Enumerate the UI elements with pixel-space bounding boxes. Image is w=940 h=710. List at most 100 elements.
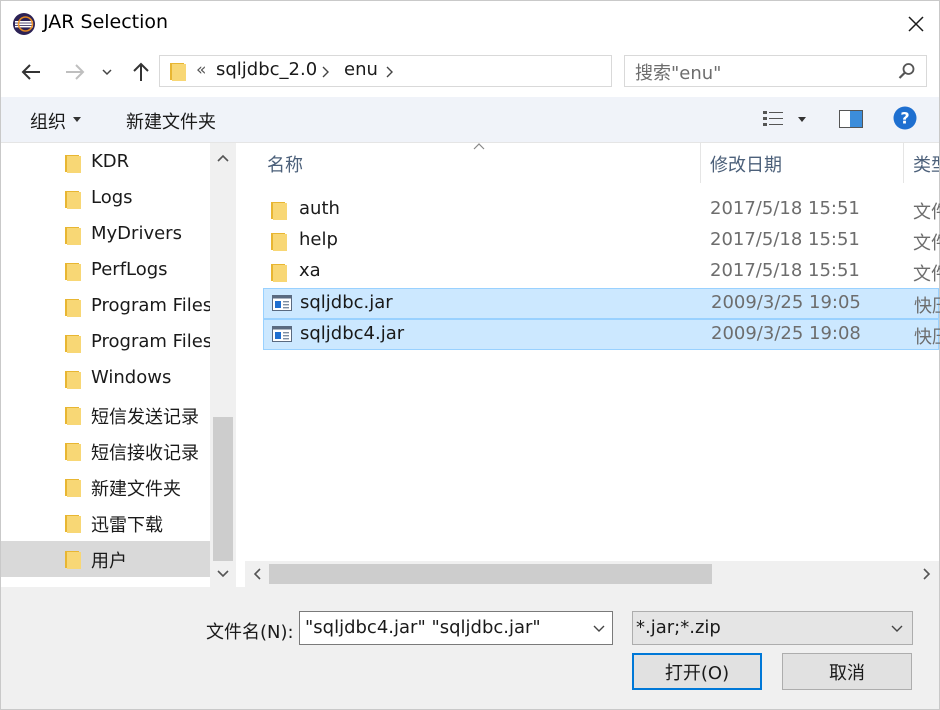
filename-value[interactable]: "sqljdbc4.jar" "sqljdbc.jar" [305,617,541,638]
scroll-up-button[interactable] [210,145,236,171]
file-type: 文件夹 [913,233,940,254]
folder-icon [170,63,186,81]
cancel-button[interactable]: 取消 [782,653,912,690]
filename-dropdown-button[interactable] [586,612,612,644]
new-folder-button[interactable]: 新建文件夹 [126,108,216,134]
navigation-pane: KDR Logs MyDrivers PerfLogs Program Files Pro… [1,143,237,587]
file-row[interactable]: auth 2017/5/18 15:51 文件夹 [263,195,940,226]
folder-icon [271,201,287,225]
nav-item[interactable]: Program Files [1,289,212,325]
forward-button[interactable] [59,56,91,88]
folder-icon [65,334,81,358]
nav-item-label: Windows [91,367,172,388]
breadcrumb-enu[interactable]: enu [344,59,378,80]
file-name: xa [299,260,321,281]
close-button[interactable] [893,1,939,47]
search-icon[interactable] [898,62,916,80]
file-type: 文件夹 [913,202,940,223]
folder-icon [271,263,287,287]
preview-pane-icon[interactable] [839,110,863,128]
folder-icon [65,154,81,178]
file-date: 2017/5/18 15:51 [710,260,860,281]
chevron-down-icon [593,625,605,632]
column-header-type[interactable]: 类型 [913,151,939,177]
breadcrumb-overflow[interactable]: « [196,60,206,80]
scroll-right-button[interactable] [915,561,939,587]
chevron-down-icon [217,570,229,578]
up-arrow-icon [133,62,149,81]
file-row[interactable]: sqljdbc.jar 2009/3/25 19:05 快压 [263,288,940,319]
column-divider[interactable] [903,143,904,183]
file-type-dropdown-button[interactable] [884,612,910,644]
nav-item[interactable]: Program Files [1,325,213,361]
help-icon[interactable]: ? [893,106,917,130]
column-header-name[interactable]: 名称 [267,151,303,177]
nav-item-label: 新建文件夹 [91,479,181,500]
nav-item-label: PerfLogs [91,259,168,280]
file-row[interactable]: help 2017/5/18 15:51 文件夹 [263,226,940,257]
scroll-left-button[interactable] [245,561,269,587]
close-icon [908,16,924,32]
file-type: 文件夹 [913,264,940,285]
search-input[interactable]: 搜索"enu" [624,55,927,87]
back-button[interactable] [15,56,47,88]
file-name: auth [299,198,340,219]
file-type-value: *.jar;*.zip [636,617,721,638]
nav-item[interactable]: 新建文件夹 [1,469,210,505]
scroll-down-button[interactable] [210,561,236,587]
folder-icon [65,190,81,214]
breadcrumb-sqljdbc[interactable]: sqljdbc_2.0 [216,59,317,80]
caret-down-icon[interactable] [73,117,81,122]
recent-locations-button[interactable] [95,56,119,88]
nav-item[interactable]: Logs [1,181,210,217]
list-horizontal-scrollbar[interactable] [245,561,939,587]
jar-selection-dialog: JAR Selection « sqljdbc_2.0 enu 搜索"enu" … [0,0,940,710]
nav-item[interactable]: PerfLogs [1,253,210,289]
sort-ascending-icon [473,143,485,150]
file-row[interactable]: xa 2017/5/18 15:51 文件夹 [263,257,940,288]
nav-item[interactable]: 用户 [1,541,210,577]
nav-item-label: MyDrivers [91,223,182,244]
address-bar[interactable]: « sqljdbc_2.0 enu [159,55,764,87]
nav-item[interactable]: Windows [1,361,210,397]
column-header-date[interactable]: 修改日期 [710,151,782,177]
filename-input[interactable]: "sqljdbc4.jar" "sqljdbc.jar" [299,611,613,645]
up-button[interactable] [125,56,157,88]
nav-vertical-scrollbar[interactable] [210,143,236,587]
file-type: 快压 [914,296,940,317]
open-button[interactable]: 打开(O) [632,653,762,690]
dialog-footer: 文件名(N): "sqljdbc4.jar" "sqljdbc.jar" *.j… [1,587,939,709]
history-chevron-icon [102,68,112,75]
folder-icon [65,550,81,574]
nav-scroll-thumb[interactable] [213,417,233,561]
nav-item-label: Program Files [91,331,213,352]
svg-text:?: ? [900,109,909,128]
nav-item[interactable]: 短信发送记录 [1,397,210,433]
folder-icon [65,514,81,538]
chevron-right-icon[interactable] [322,66,330,78]
folder-icon [65,442,81,466]
folder-icon [65,406,81,430]
column-divider[interactable] [700,143,701,183]
nav-item[interactable]: 短信接收记录 [1,433,210,469]
nav-item-label: 短信发送记录 [91,407,199,428]
view-options-caret-icon[interactable] [798,117,806,122]
chevron-up-icon [217,154,229,162]
window-title: JAR Selection [43,11,169,33]
nav-item[interactable]: MyDrivers [1,217,210,253]
file-date: 2017/5/18 15:51 [710,229,860,250]
jar-file-icon [272,326,292,347]
cancel-button-label: 取消 [829,662,865,684]
list-scroll-thumb[interactable] [269,564,712,584]
chevron-right-icon[interactable] [386,66,394,78]
jar-file-icon [272,295,292,316]
filename-label: 文件名(N): [206,622,294,643]
organize-menu[interactable]: 组织 [30,108,66,134]
file-row[interactable]: sqljdbc4.jar 2009/3/25 19:08 快压 [263,319,940,350]
nav-item[interactable]: 迅雷下载 [1,505,210,541]
nav-item[interactable]: KDR [1,145,210,181]
file-name: sqljdbc4.jar [300,323,405,344]
nav-item-label: 用户 [91,551,127,572]
file-type-filter[interactable]: *.jar;*.zip [632,611,913,645]
view-options-icon[interactable] [763,110,785,128]
